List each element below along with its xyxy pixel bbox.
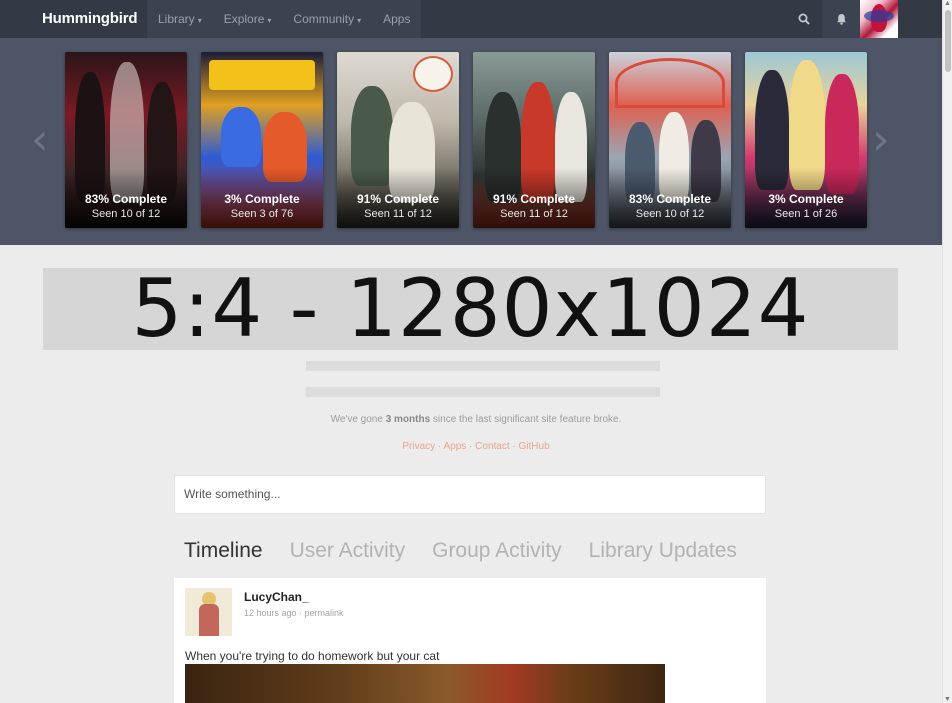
user-avatar[interactable] xyxy=(860,0,898,38)
episodes-seen: Seen 3 of 76 xyxy=(230,208,294,220)
site-status-note: We've gone 3 months since the last signi… xyxy=(330,414,622,425)
permalink-link[interactable]: permalink xyxy=(305,608,344,618)
progress-percent: 3% Complete xyxy=(224,192,300,206)
chevron-down-icon: ▾ xyxy=(197,16,202,25)
episodes-seen: Seen 11 of 12 xyxy=(500,208,568,220)
footer-links: Privacy · Apps · Contact · GitHub xyxy=(402,441,550,452)
carousel-card[interactable]: 91% Complete Seen 11 of 12 xyxy=(473,52,595,228)
loading-placeholder xyxy=(306,387,660,397)
chevron-down-icon: ▾ xyxy=(357,16,362,25)
feed-tabs: Timeline User Activity Group Activity Li… xyxy=(184,539,737,563)
post-composer-input[interactable]: Write something... xyxy=(174,475,766,514)
nav-menu: Library ▾ Explore ▾ Community ▾ Apps xyxy=(147,0,422,38)
avatar[interactable] xyxy=(185,588,232,636)
carousel-card[interactable]: 83% Complete Seen 10 of 12 xyxy=(65,52,187,228)
cover-art xyxy=(413,56,453,92)
progress-percent: 91% Complete xyxy=(356,192,440,206)
scroll-down-icon[interactable]: ▼ xyxy=(944,696,951,703)
footer-link-github[interactable]: GitHub xyxy=(519,441,550,452)
carousel-card[interactable]: 83% Complete Seen 10 of 12 xyxy=(609,52,731,228)
progress-percent: 91% Complete xyxy=(492,192,576,206)
cover-art xyxy=(221,107,261,167)
search-icon xyxy=(798,13,810,25)
library-carousel: ‹ 83% Complete Seen 10 of 12 3% Complete… xyxy=(0,38,942,245)
loading-placeholder xyxy=(306,361,660,371)
nav-apps[interactable]: Apps xyxy=(372,0,421,38)
brand-logo[interactable]: Hummingbird xyxy=(0,0,147,38)
carousel-card[interactable]: 3% Complete Seen 1 of 26 xyxy=(745,52,867,228)
post-media[interactable] xyxy=(185,664,665,703)
resolution-banner: 5:4 - 1280x1024 xyxy=(43,268,898,350)
episodes-seen: Seen 10 of 12 xyxy=(635,208,705,220)
chevron-right-icon[interactable]: › xyxy=(872,118,890,162)
progress-percent: 83% Complete xyxy=(628,192,712,206)
cover-art xyxy=(209,60,315,90)
scrollbar-thumb[interactable] xyxy=(945,10,951,72)
carousel-card[interactable]: 91% Complete Seen 11 of 12 xyxy=(337,52,459,228)
footer-link-privacy[interactable]: Privacy xyxy=(402,441,435,452)
carousel-card[interactable]: 3% Complete Seen 3 of 76 xyxy=(201,52,323,228)
bell-icon xyxy=(836,14,846,25)
search-button[interactable] xyxy=(786,0,822,38)
nav-explore[interactable]: Explore ▾ xyxy=(213,0,283,38)
footer-link-apps[interactable]: Apps xyxy=(443,441,466,452)
chevron-left-icon[interactable]: ‹ xyxy=(31,118,49,162)
footer-link-contact[interactable]: Contact xyxy=(475,441,509,452)
progress-percent: 3% Complete xyxy=(768,192,844,206)
nav-right xyxy=(786,0,942,38)
scroll-up-icon[interactable]: ▲ xyxy=(944,0,951,7)
tab-user-activity[interactable]: User Activity xyxy=(290,539,406,563)
chevron-down-icon: ▾ xyxy=(267,16,272,25)
notifications-button[interactable] xyxy=(822,0,860,38)
top-navbar: Hummingbird Library ▾ Explore ▾ Community ▾… xyxy=(0,0,942,38)
post-body: When you're trying to do homework but yo… xyxy=(185,649,440,663)
tab-timeline[interactable]: Timeline xyxy=(184,539,263,563)
post-timestamp[interactable]: 12 hours ago xyxy=(244,608,297,618)
post-username[interactable]: LucyChan_ xyxy=(244,590,309,604)
post-meta: 12 hours ago · permalink xyxy=(244,608,344,618)
tab-group-activity[interactable]: Group Activity xyxy=(432,539,562,563)
episodes-seen: Seen 11 of 12 xyxy=(364,208,432,220)
episodes-seen: Seen 1 of 26 xyxy=(774,208,838,220)
nav-community[interactable]: Community ▾ xyxy=(282,0,372,38)
episodes-seen: Seen 10 of 12 xyxy=(91,208,161,220)
cover-art xyxy=(615,58,725,108)
progress-percent: 83% Complete xyxy=(84,192,168,206)
page-scrollbar[interactable]: ▲ ▼ xyxy=(942,0,952,703)
nav-library[interactable]: Library ▾ xyxy=(147,0,213,38)
feed-post: LucyChan_ 12 hours ago · permalink When … xyxy=(174,578,766,703)
tab-library-updates[interactable]: Library Updates xyxy=(589,539,737,563)
